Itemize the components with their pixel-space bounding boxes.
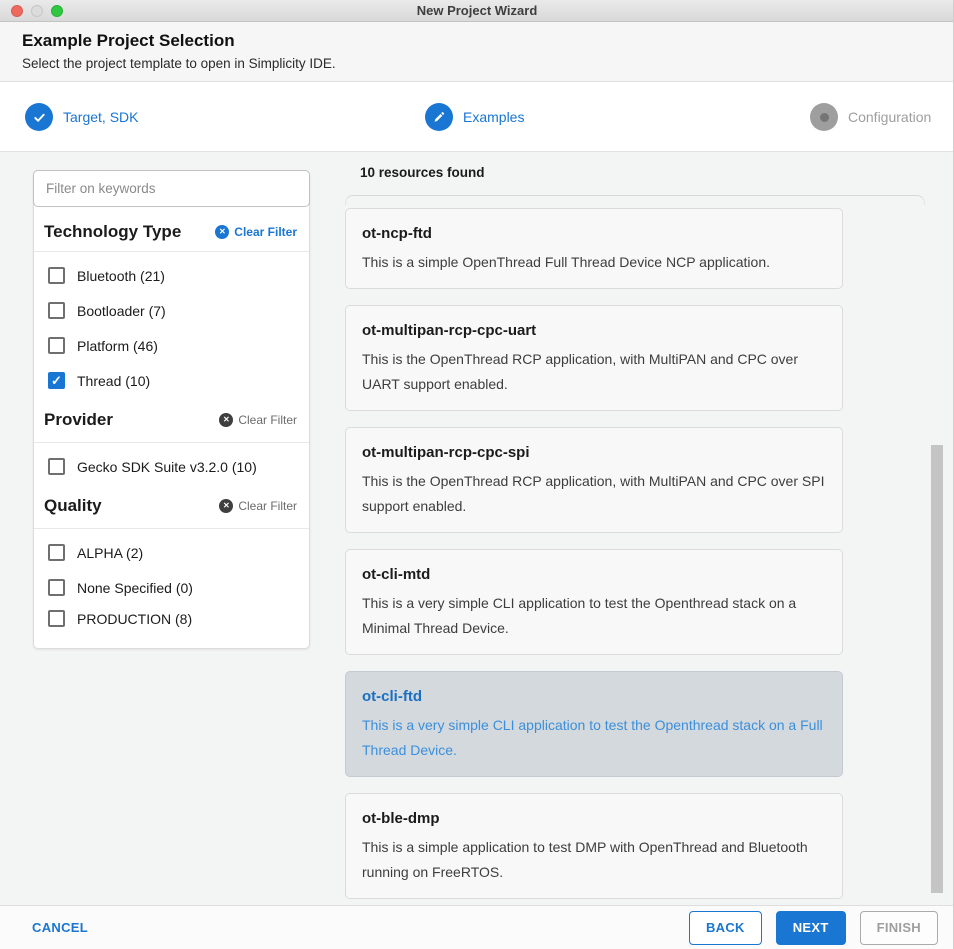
example-card-ot-multipan-rcp-cpc-uart[interactable]: ot-multipan-rcp-cpc-uart This is the Ope… [345, 305, 843, 411]
card-description: This is a very simple CLI application to… [362, 713, 826, 763]
step-label: Configuration [848, 109, 931, 125]
check-icon [25, 103, 53, 131]
wizard-footer: CANCEL BACK NEXT FINISH [0, 905, 954, 949]
filter-sidebar: Technology Type ✕ Clear Filter Bluetooth… [33, 170, 310, 649]
filter-option-platform[interactable]: Platform (46) [34, 328, 309, 363]
card-title: ot-multipan-rcp-cpc-uart [362, 319, 826, 342]
card-description: This is a very simple CLI application to… [362, 591, 826, 641]
step-target-sdk[interactable]: Target, SDK [25, 82, 138, 152]
example-card-ot-cli-ftd-selected[interactable]: ot-cli-ftd This is a very simple CLI app… [345, 671, 843, 777]
card-title: ot-ble-dmp [362, 807, 826, 830]
filter-section-title: Quality [44, 496, 102, 516]
checkbox-unchecked[interactable] [48, 302, 65, 319]
wizard-stepper: Target, SDK Examples Configuration [0, 82, 954, 152]
checkbox-unchecked[interactable] [48, 267, 65, 284]
filter-section-header: Provider ✕ Clear Filter [34, 398, 309, 442]
example-card-ot-ncp-ftd[interactable]: ot-ncp-ftd This is a simple OpenThread F… [345, 208, 843, 289]
clear-filter-label: Clear Filter [238, 413, 297, 427]
next-button[interactable]: NEXT [776, 911, 846, 945]
checkbox-unchecked[interactable] [48, 610, 65, 627]
card-title: ot-ncp-ftd [362, 222, 826, 245]
pencil-icon [425, 103, 453, 131]
minimize-window-button [31, 5, 43, 17]
clear-circle-x-icon: ✕ [219, 413, 233, 427]
example-card-ot-multipan-rcp-cpc-spi[interactable]: ot-multipan-rcp-cpc-spi This is the Open… [345, 427, 843, 533]
cancel-button[interactable]: CANCEL [32, 920, 88, 935]
checkbox-unchecked[interactable] [48, 458, 65, 475]
clear-circle-x-icon: ✕ [219, 499, 233, 513]
filter-option-gecko-sdk[interactable]: Gecko SDK Suite v3.2.0 (10) [34, 449, 309, 484]
filter-option-alpha[interactable]: ALPHA (2) [34, 535, 309, 570]
keyword-filter-input[interactable] [33, 170, 310, 207]
filter-option-bootloader[interactable]: Bootloader (7) [34, 293, 309, 328]
divider [34, 528, 309, 529]
card-description: This is the OpenThread RCP application, … [362, 469, 826, 519]
card-description: This is a simple OpenThread Full Thread … [362, 250, 826, 275]
step-label: Examples [463, 109, 524, 125]
clear-filter-button[interactable]: ✕ Clear Filter [215, 225, 297, 239]
card-title: ot-cli-ftd [362, 685, 826, 708]
filter-section-title: Technology Type [44, 222, 181, 242]
results-count: 10 resources found [360, 165, 485, 180]
back-button[interactable]: BACK [689, 911, 762, 945]
filter-option-bluetooth[interactable]: Bluetooth (21) [34, 258, 309, 293]
step-examples[interactable]: Examples [425, 82, 524, 152]
card-title: ot-cli-mtd [362, 563, 826, 586]
close-window-button[interactable] [11, 5, 23, 17]
checkbox-unchecked[interactable] [48, 544, 65, 561]
clear-filter-button-disabled[interactable]: ✕ Clear Filter [219, 413, 297, 427]
clear-circle-x-icon: ✕ [215, 225, 229, 239]
filter-section-title: Provider [44, 410, 113, 430]
results-list-top-edge [345, 195, 925, 205]
step-configuration: Configuration [810, 82, 931, 152]
example-card-ot-ble-dmp[interactable]: ot-ble-dmp This is a simple application … [345, 793, 843, 899]
window-title: New Project Wizard [417, 3, 538, 18]
finish-button-disabled: FINISH [860, 911, 938, 945]
filter-section-header: Quality ✕ Clear Filter [34, 484, 309, 528]
card-description: This is the OpenThread RCP application, … [362, 347, 826, 397]
pending-dot-icon [810, 103, 838, 131]
filter-option-none-specified[interactable]: None Specified (0) [34, 570, 309, 605]
checkbox-checked[interactable]: ✓ [48, 372, 65, 389]
card-description: This is a simple application to test DMP… [362, 835, 826, 885]
page-subtitle: Select the project template to open in S… [22, 56, 932, 71]
main-content: Technology Type ✕ Clear Filter Bluetooth… [0, 152, 954, 905]
zoom-window-button[interactable] [51, 5, 63, 17]
wizard-header: Example Project Selection Select the pro… [0, 22, 954, 82]
filter-option-thread[interactable]: ✓ Thread (10) [34, 363, 309, 398]
step-label: Target, SDK [63, 109, 138, 125]
filter-option-production[interactable]: PRODUCTION (8) [34, 605, 309, 640]
filter-section-header: Technology Type ✕ Clear Filter [34, 207, 309, 251]
checkbox-unchecked[interactable] [48, 579, 65, 596]
card-title: ot-multipan-rcp-cpc-spi [362, 441, 826, 464]
traffic-lights [11, 5, 63, 17]
example-card-ot-cli-mtd[interactable]: ot-cli-mtd This is a very simple CLI app… [345, 549, 843, 655]
divider [34, 251, 309, 252]
window-titlebar: New Project Wizard [0, 0, 954, 22]
clear-filter-button-disabled[interactable]: ✕ Clear Filter [219, 499, 297, 513]
page-title: Example Project Selection [22, 31, 932, 51]
checkbox-unchecked[interactable] [48, 337, 65, 354]
clear-filter-label: Clear Filter [234, 225, 297, 239]
example-card-list: ot-ncp-ftd This is a simple OpenThread F… [345, 208, 843, 915]
clear-filter-label: Clear Filter [238, 499, 297, 513]
divider [34, 442, 309, 443]
vertical-scrollbar-thumb[interactable] [931, 445, 943, 893]
